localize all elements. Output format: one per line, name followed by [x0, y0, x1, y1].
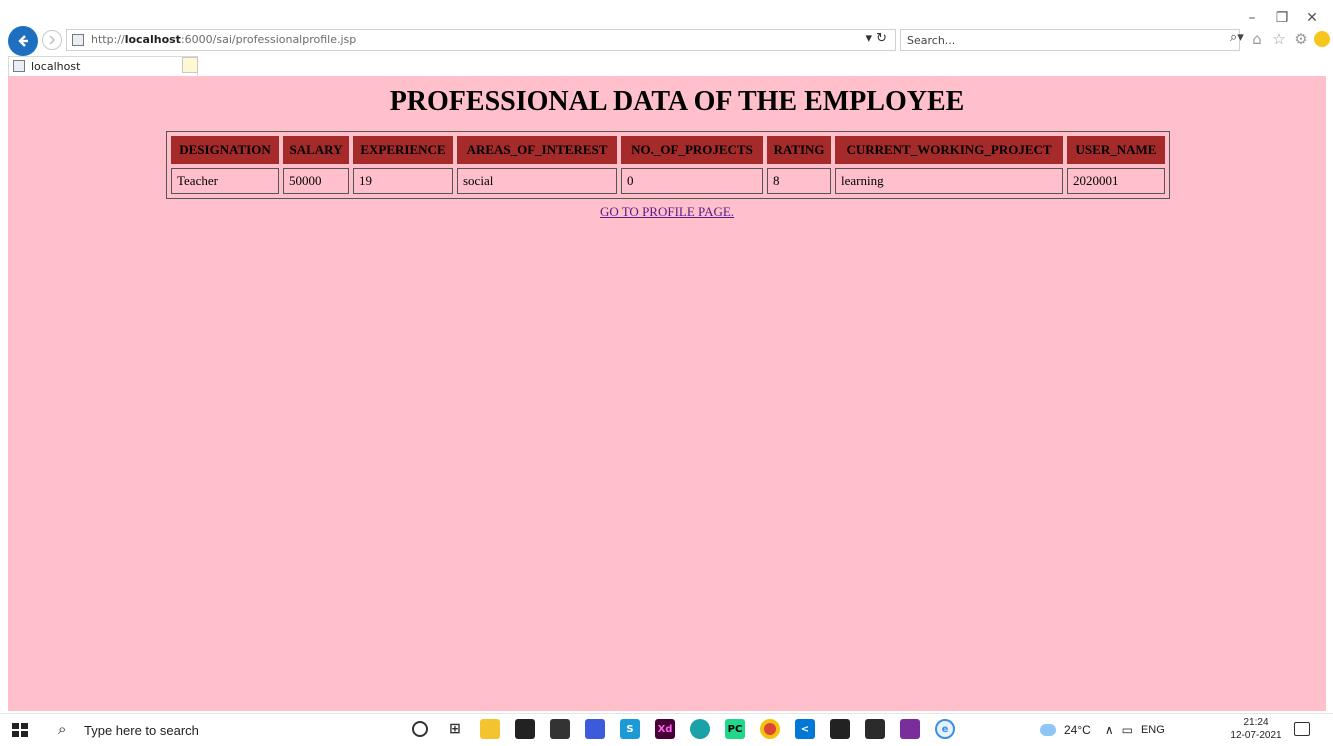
cell-areas-of-interest: social [457, 168, 617, 194]
browser-chrome: – ❐ ✕ http://localhost:6000/sai/professi… [0, 0, 1333, 76]
back-button[interactable] [8, 26, 38, 56]
new-tab-button[interactable] [182, 57, 198, 73]
favorites-star-icon[interactable]: ☆ [1270, 30, 1288, 48]
close-button[interactable]: ✕ [1297, 8, 1327, 28]
address-bar[interactable]: http://localhost:6000/sai/professionalpr… [66, 29, 896, 51]
header-user-name: USER_NAME [1067, 136, 1165, 164]
tab-favicon-icon [13, 60, 25, 72]
window-controls: – ❐ ✕ [1237, 8, 1327, 28]
terminal-icon[interactable] [830, 719, 850, 739]
restore-button[interactable]: ❐ [1267, 8, 1297, 28]
chrome-icon[interactable] [760, 719, 780, 739]
search-placeholder: Search... [907, 34, 956, 47]
header-salary: SALARY [283, 136, 349, 164]
feedback-smiley-icon[interactable] [1314, 31, 1330, 47]
notification-center-icon[interactable] [1294, 722, 1310, 736]
refresh-icon[interactable]: ▾ ↻ [865, 31, 887, 46]
clock-time: 21:24 [1243, 717, 1269, 728]
language-indicator[interactable]: ENG [1141, 724, 1165, 736]
tab-title: localhost [31, 60, 81, 73]
app-icon[interactable] [585, 719, 605, 739]
photos-icon[interactable] [865, 719, 885, 739]
home-icon[interactable]: ⌂ [1248, 30, 1266, 48]
taskbar-search-input[interactable]: Type here to search [84, 723, 199, 738]
forward-button[interactable] [42, 30, 62, 50]
weather-temperature[interactable]: 24°C [1064, 723, 1091, 737]
header-no-of-projects: NO._OF_PROJECTS [621, 136, 763, 164]
settings-gear-icon[interactable]: ⚙ [1292, 30, 1310, 48]
url-text: http://localhost:6000/sai/professionalpr… [91, 33, 357, 46]
header-experience: EXPERIENCE [353, 136, 453, 164]
windows-start-icon[interactable] [12, 723, 28, 737]
page-icon [72, 34, 84, 46]
toolbar-icons: ⌂ ☆ ⚙ [1248, 30, 1330, 48]
page-body: PROFESSIONAL DATA OF THE EMPLOYEE DESIGN… [8, 76, 1326, 711]
paint-icon[interactable] [900, 719, 920, 739]
taskbar-clock[interactable]: 21:24 12-07-2021 [1228, 716, 1284, 742]
professional-data-table-wrapper: DESIGNATION SALARY EXPERIENCE AREAS_OF_I… [166, 131, 1170, 199]
mail-icon[interactable] [550, 719, 570, 739]
show-hidden-icons-chevron-icon[interactable]: ∧ [1105, 723, 1114, 737]
go-to-profile-link[interactable]: GO TO PROFILE PAGE. [8, 204, 1326, 220]
skype-icon[interactable]: S [620, 719, 640, 739]
cell-salary: 50000 [283, 168, 349, 194]
table-header-row: DESIGNATION SALARY EXPERIENCE AREAS_OF_I… [171, 136, 1165, 164]
battery-icon[interactable]: ▭ [1122, 723, 1133, 737]
vscode-icon[interactable]: < [795, 719, 815, 739]
file-explorer-icon[interactable] [480, 719, 500, 739]
cell-rating: 8 [767, 168, 831, 194]
professional-data-table: DESIGNATION SALARY EXPERIENCE AREAS_OF_I… [166, 131, 1170, 199]
internet-explorer-icon[interactable]: e [935, 719, 955, 739]
header-rating: RATING [767, 136, 831, 164]
cell-current-working-project: learning [835, 168, 1063, 194]
table-row: Teacher 50000 19 social 0 8 learning 202… [171, 168, 1165, 194]
cell-no-of-projects: 0 [621, 168, 763, 194]
clock-date: 12-07-2021 [1230, 730, 1282, 741]
search-input[interactable]: Search... [900, 29, 1240, 51]
page-title: PROFESSIONAL DATA OF THE EMPLOYEE [389, 86, 965, 117]
weather-icon[interactable] [1040, 724, 1056, 736]
cortana-icon[interactable] [412, 721, 428, 737]
taskbar-apps: ⊞ S Xd PC < e [410, 719, 955, 739]
browser-tab[interactable]: localhost × [8, 56, 198, 76]
forward-arrow-icon [49, 35, 56, 45]
task-view-icon[interactable]: ⊞ [445, 719, 465, 739]
pycharm-icon[interactable]: PC [725, 719, 745, 739]
minimize-button[interactable]: – [1237, 8, 1267, 28]
back-arrow-icon [18, 35, 28, 47]
header-designation: DESIGNATION [171, 136, 279, 164]
edge-icon[interactable] [690, 719, 710, 739]
cell-experience: 19 [353, 168, 453, 194]
taskbar-search-icon[interactable]: ⌕ [58, 720, 66, 738]
adobe-xd-icon[interactable]: Xd [655, 719, 675, 739]
system-tray: 24°C ∧ ▭ ENG [1040, 714, 1165, 746]
header-areas-of-interest: AREAS_OF_INTEREST [457, 136, 617, 164]
cell-user-name: 2020001 [1067, 168, 1165, 194]
store-icon[interactable] [515, 719, 535, 739]
header-current-working-project: CURRENT_WORKING_PROJECT [835, 136, 1063, 164]
windows-taskbar: ⌕ Type here to search ⊞ S Xd PC < e 24°C… [0, 713, 1333, 745]
cell-designation: Teacher [171, 168, 279, 194]
